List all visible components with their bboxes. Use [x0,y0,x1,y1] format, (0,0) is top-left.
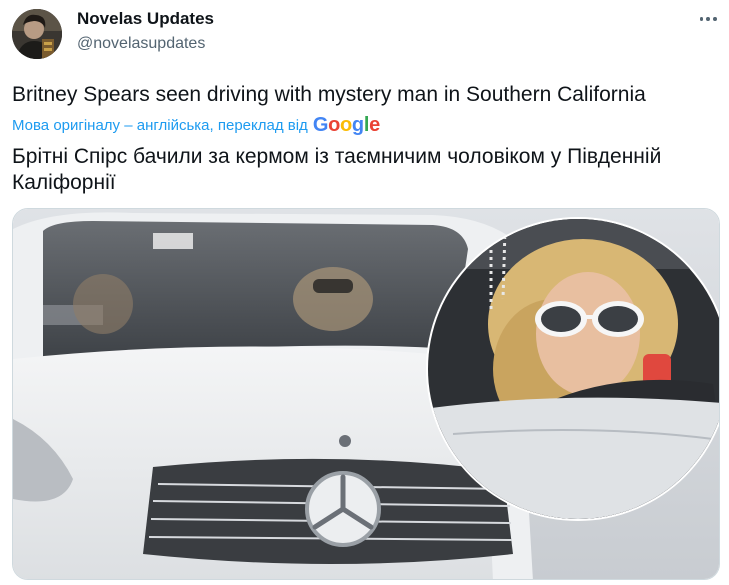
translation-attribution: Мова оригіналу – англійська, переклад ві… [12,114,380,136]
author-display-name[interactable]: Novelas Updates [77,9,214,29]
google-logo-letter: o [328,114,340,136]
more-horizontal-icon[interactable] [698,9,718,29]
google-logo-letter: G [312,114,329,136]
tweet-header: Novelas Updates @novelasupdates [12,7,720,61]
translation-source-link[interactable]: Мова оригіналу – англійська, переклад ві… [12,117,308,134]
author-avatar[interactable] [12,9,62,59]
google-logo-letter: e [369,114,380,136]
avatar-image [12,9,62,59]
tweet-text: Britney Spears seen driving with mystery… [12,83,646,106]
google-logo-icon[interactable]: Google [313,115,380,135]
translated-text: Брітні Спірс бачили за кермом із таємнич… [12,145,662,194]
author-handle[interactable]: @novelasupdates [77,34,214,54]
car-photo [13,209,719,579]
author-names: Novelas Updates @novelasupdates [77,9,214,54]
google-logo-letter: o [340,114,352,136]
tweet-photo[interactable] [12,208,720,580]
google-logo-letter: g [351,114,364,136]
